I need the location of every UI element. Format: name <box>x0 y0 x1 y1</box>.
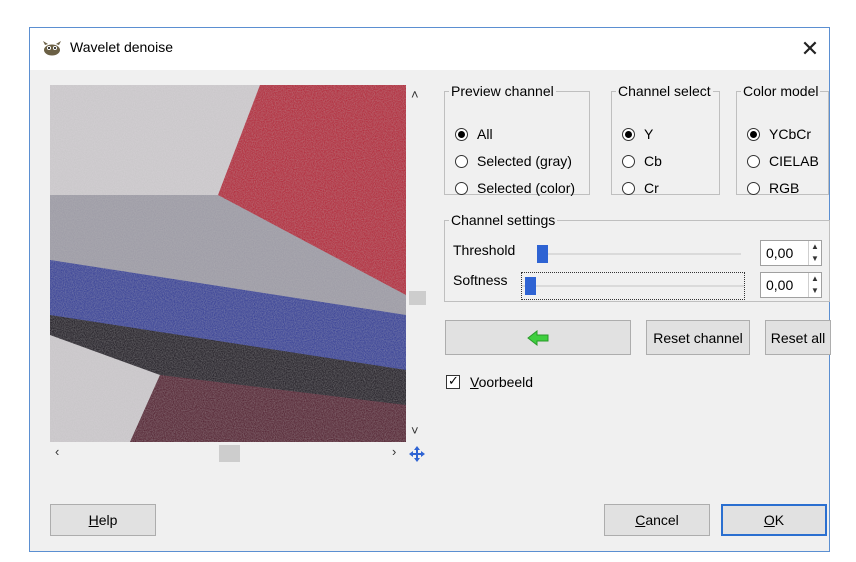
vertical-scroll-thumb[interactable] <box>409 291 426 305</box>
label-rest: K <box>774 512 785 528</box>
preview-image[interactable] <box>50 85 406 442</box>
radio-indicator[interactable] <box>455 181 468 195</box>
apply-arrow-button[interactable] <box>445 320 631 355</box>
radio-label: Y <box>644 126 654 142</box>
radio-cielab[interactable]: CIELAB <box>747 150 819 172</box>
radio-indicator[interactable] <box>622 127 635 141</box>
radio-rgb[interactable]: RGB <box>747 177 799 199</box>
channel-select-group: Channel select Y Cb Cr <box>611 83 720 196</box>
softness-label: Softness <box>453 272 508 288</box>
radio-selected-gray[interactable]: Selected (gray) <box>455 150 572 172</box>
radio-label: Selected (color) <box>477 180 576 196</box>
radio-indicator[interactable] <box>455 127 468 141</box>
close-button[interactable]: ✕ <box>795 34 825 64</box>
preview-channel-legend: Preview channel <box>451 83 554 99</box>
slider-track <box>537 253 741 255</box>
spin-buttons: ▲ ▼ <box>808 273 821 297</box>
close-icon: ✕ <box>800 36 820 61</box>
preview-picture <box>50 85 406 442</box>
scroll-up-icon[interactable]: ˄ <box>411 87 419 102</box>
horizontal-scroll-thumb[interactable] <box>219 445 240 462</box>
channel-select-legend: Channel select <box>618 83 711 99</box>
radio-indicator[interactable] <box>622 154 635 168</box>
spin-down-icon[interactable]: ▼ <box>809 285 821 297</box>
preview-checkbox-label[interactable]: Voorbeeld <box>470 374 533 390</box>
radio-indicator[interactable] <box>747 154 760 168</box>
spin-buttons: ▲ ▼ <box>808 241 821 265</box>
threshold-spinbox[interactable]: 0,00 ▲ ▼ <box>760 240 822 266</box>
channel-settings-legend: Channel settings <box>451 212 556 228</box>
radio-label: CIELAB <box>769 153 819 169</box>
slider-track <box>522 285 744 287</box>
navigate-move-icon[interactable] <box>408 445 426 463</box>
radio-label: Selected (gray) <box>477 153 572 169</box>
cancel-button[interactable]: Cancel <box>604 504 710 536</box>
reset-all-button[interactable]: Reset all <box>765 320 831 355</box>
preview-channel-group: Preview channel All Selected (gray) Sele… <box>444 83 590 196</box>
help-button[interactable]: Help <box>50 504 156 536</box>
color-model-legend: Color model <box>743 83 819 99</box>
title-bar: Wavelet denoise ✕ <box>30 28 829 70</box>
mnemonic: O <box>763 512 775 528</box>
label-rest: oorbeeld <box>478 374 534 390</box>
slider-handle[interactable] <box>537 245 548 263</box>
color-model-group: Color model YCbCr CIELAB RGB <box>736 83 829 196</box>
radio-indicator[interactable] <box>747 181 760 195</box>
left-arrow-icon <box>527 329 549 346</box>
softness-spinbox[interactable]: 0,00 ▲ ▼ <box>760 272 822 298</box>
threshold-slider[interactable] <box>537 244 741 264</box>
mnemonic: V <box>470 374 479 390</box>
channel-settings-group: Channel settings Threshold 0,00 ▲ ▼ Soft… <box>444 212 830 302</box>
radio-label: Cr <box>644 180 659 196</box>
softness-slider[interactable] <box>521 272 745 300</box>
mnemonic: H <box>88 512 99 528</box>
scroll-right-icon[interactable]: › <box>392 444 396 459</box>
mnemonic: C <box>635 512 646 528</box>
slider-handle[interactable] <box>525 277 536 295</box>
radio-all[interactable]: All <box>455 123 493 145</box>
radio-label: Cb <box>644 153 662 169</box>
spin-down-icon[interactable]: ▼ <box>809 253 821 265</box>
softness-value[interactable]: 0,00 <box>766 277 793 293</box>
label-rest: elp <box>98 512 118 528</box>
radio-ycbcr[interactable]: YCbCr <box>747 123 811 145</box>
dialog-window: Wavelet denoise ✕ ˄ ˅ ‹ › Preview channe… <box>29 27 831 552</box>
radio-cb[interactable]: Cb <box>622 150 662 172</box>
radio-label: All <box>477 126 493 142</box>
spin-up-icon[interactable]: ▲ <box>809 241 821 253</box>
scroll-down-icon[interactable]: ˅ <box>411 423 419 438</box>
spin-up-icon[interactable]: ▲ <box>809 273 821 285</box>
preview-checkbox[interactable] <box>446 373 460 389</box>
threshold-label: Threshold <box>453 242 516 258</box>
radio-label: YCbCr <box>769 126 812 142</box>
vertical-scrollbar[interactable]: ˄ ˅ <box>407 85 427 442</box>
gimp-app-icon <box>43 41 61 56</box>
horizontal-scrollbar[interactable]: ‹ › <box>50 443 406 463</box>
reset-channel-button[interactable]: Reset channel <box>646 320 750 355</box>
radio-selected-color[interactable]: Selected (color) <box>455 177 575 199</box>
scroll-left-icon[interactable]: ‹ <box>55 444 59 459</box>
radio-indicator[interactable] <box>622 181 635 195</box>
ok-button[interactable]: OK <box>721 504 827 536</box>
threshold-value[interactable]: 0,00 <box>766 245 793 261</box>
radio-indicator[interactable] <box>455 154 468 168</box>
radio-cr[interactable]: Cr <box>622 177 659 199</box>
radio-indicator[interactable] <box>747 127 760 141</box>
radio-label: RGB <box>769 180 800 196</box>
label-rest: ancel <box>645 512 679 528</box>
window-title: Wavelet denoise <box>70 39 173 55</box>
radio-y[interactable]: Y <box>622 123 653 145</box>
